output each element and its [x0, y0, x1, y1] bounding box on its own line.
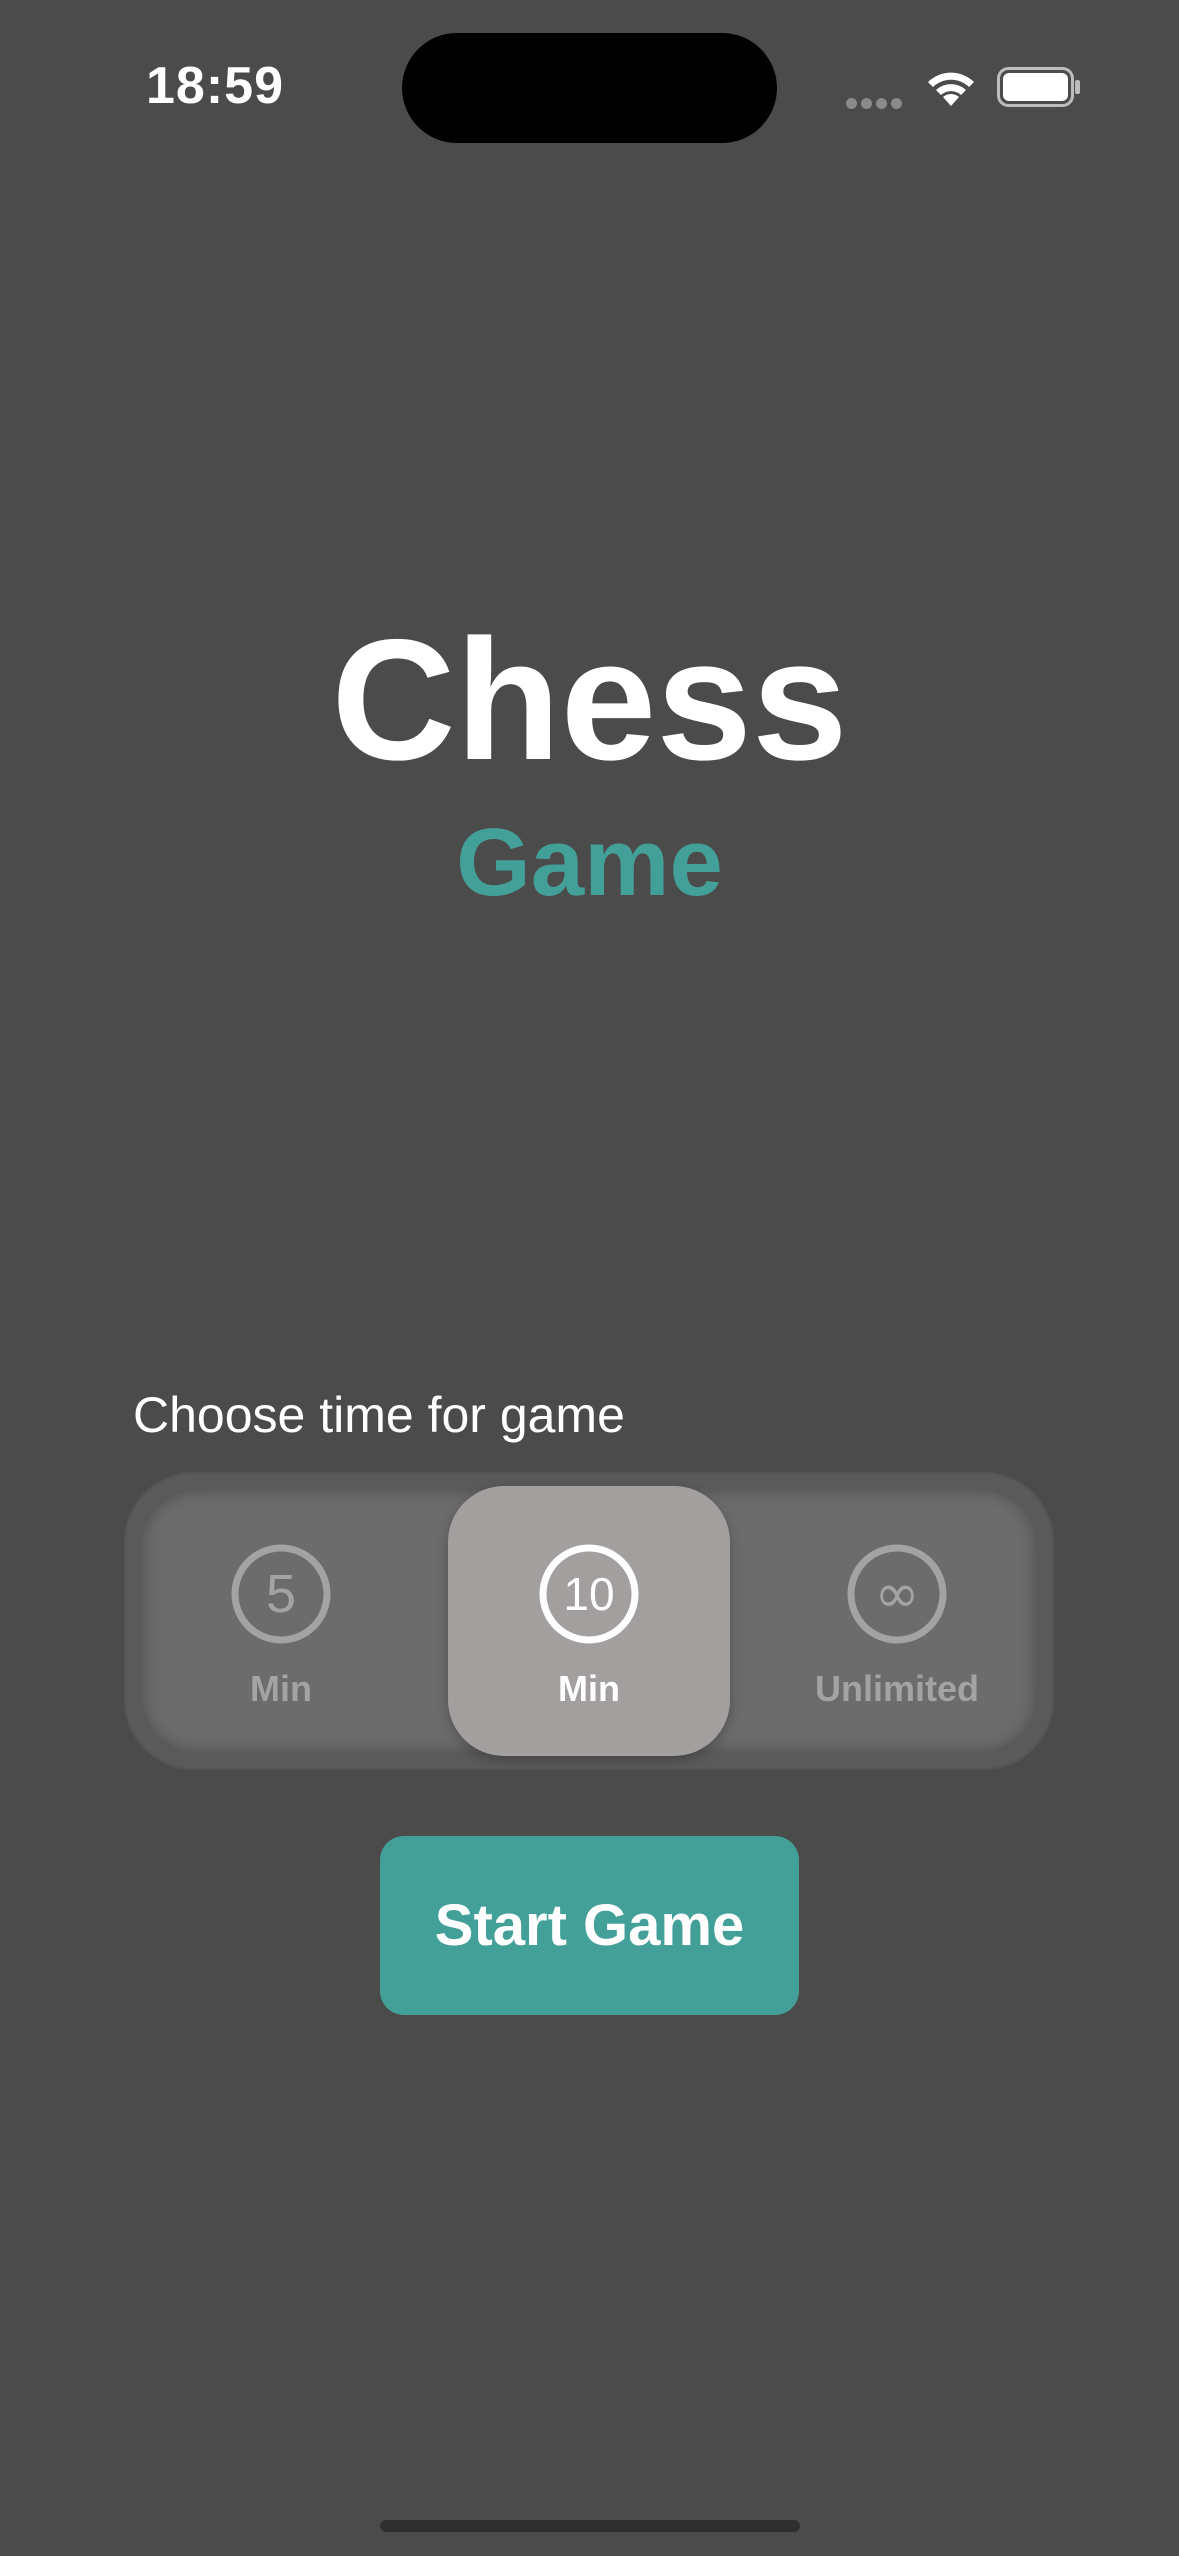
app-screen: 18:59 Chess Game Choose time for game 5 … [0, 0, 1179, 2556]
battery-icon [997, 67, 1080, 107]
home-indicator[interactable] [380, 2520, 800, 2532]
svg-text:10: 10 [563, 1568, 614, 1620]
dynamic-island [402, 33, 777, 143]
time-option-unlimited[interactable]: ∞ Unlimited [756, 1486, 1038, 1756]
app-subtitle: Game [456, 809, 723, 916]
svg-text:5: 5 [266, 1564, 296, 1624]
svg-text:∞: ∞ [875, 1562, 920, 1625]
time-option-10-min[interactable]: 10 Min [448, 1486, 730, 1756]
status-time: 18:59 [146, 57, 284, 115]
five-circle-icon: 5 [231, 1544, 331, 1644]
time-option-label: Min [250, 1668, 312, 1709]
time-option-5-min[interactable]: 5 Min [140, 1486, 422, 1756]
time-option-label: Min [558, 1668, 620, 1709]
wifi-icon [928, 72, 974, 106]
ten-circle-icon: 10 [539, 1544, 639, 1644]
infinity-circle-icon: ∞ [847, 1544, 947, 1644]
time-picker-label: Choose time for game [133, 1387, 625, 1443]
cellular-signal-icon [846, 96, 906, 109]
time-option-label: Unlimited [814, 1668, 979, 1709]
app-title: Chess [331, 604, 848, 796]
start-game-button[interactable]: Start Game [380, 1836, 799, 2015]
